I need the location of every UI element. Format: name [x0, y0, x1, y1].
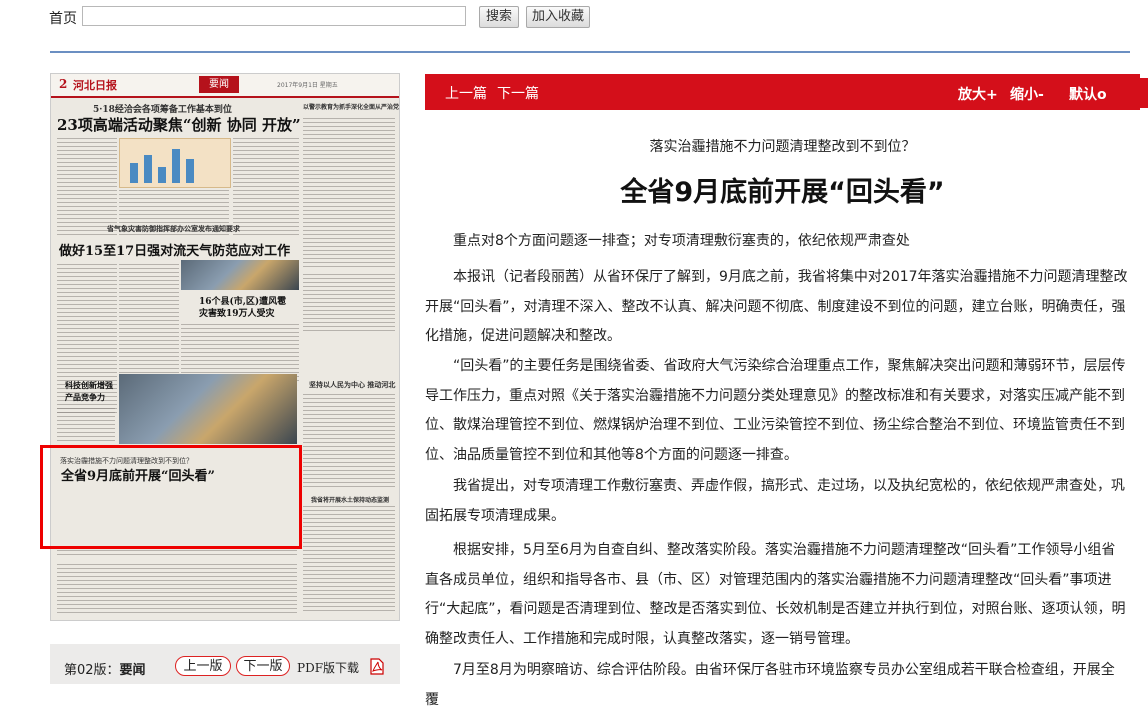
- paper-text-block: [303, 506, 395, 614]
- paper-headline-disaster-2: 灾害致19万人受灾: [199, 309, 275, 319]
- highlight-title[interactable]: 全省9月底前开展“回头看”: [61, 465, 215, 484]
- paper-right-headline-3[interactable]: 我省将开展水土保持动态监测: [311, 495, 389, 504]
- article-paragraph: 我省提出，对专项清理工作敷衍塞责、弄虚作假，搞形式、走过场，以及执纪宽松的，依纪…: [425, 478, 1125, 524]
- zoom-reset-button[interactable]: 默认o: [1069, 84, 1107, 104]
- article-paragraph: “回头看”的主要任务是围绕省委、省政府大气污染综合治理重点工作，聚焦解决突出问题…: [425, 358, 1126, 463]
- paper-kicker: 省气象灾害防御指挥部办公室发布通知要求: [107, 224, 240, 233]
- article-lead: 重点对8个方面问题逐一排查；对专项清理敷衍塞责的，依纪依规严肃查处: [453, 233, 910, 249]
- paper-date: 2017年9月1日 星期五: [277, 82, 338, 89]
- article-paragraph: 本报讯（记者段丽茜）从省环保厅了解到，9月底之前，我省将集中对2017年落实治霾…: [425, 269, 1128, 344]
- paper-section-label: 要闻: [199, 76, 239, 93]
- paper-infographic: [119, 138, 231, 188]
- paper-text-block: [57, 550, 297, 558]
- paper-text-block: [303, 394, 395, 490]
- home-link[interactable]: 首页: [49, 8, 77, 28]
- paper-masthead: 河北日报: [73, 79, 117, 92]
- article-subtitle: 落实治霾措施不力问题清理整改到不到位？: [649, 139, 916, 155]
- paper-text-block: [57, 138, 117, 238]
- article-toolbar: 上一篇 下一篇 放大+ 缩小- 默认o: [425, 74, 1140, 110]
- prev-article-link[interactable]: 上一篇: [445, 83, 487, 103]
- search-button[interactable]: 搜索: [479, 6, 519, 28]
- side-tab[interactable]: [1138, 78, 1148, 108]
- pdf-icon[interactable]: [370, 658, 384, 675]
- paper-text-block: [233, 138, 299, 238]
- paper-right-headline-2[interactable]: 坚持以人民为中心 推动河北: [309, 380, 395, 390]
- next-page-button[interactable]: 下一版: [236, 656, 290, 676]
- paper-photo: [181, 260, 299, 290]
- header-divider: [50, 51, 1130, 53]
- current-page-label: 第02版：要闻: [64, 663, 146, 678]
- article-paragraph: 根据安排，5月至6月为自查自纠、整改落实阶段。落实治霾措施不力问题清理整改“回头…: [425, 542, 1126, 647]
- zoom-out-button[interactable]: 缩小-: [1010, 84, 1044, 104]
- paper-text-block: [57, 564, 297, 614]
- paper-headline-tech-2: 产品竞争力: [65, 392, 105, 402]
- page-pager: 第02版：要闻 上一版 下一版 PDF版下载: [50, 644, 400, 684]
- search-input[interactable]: [82, 6, 466, 26]
- paper-text-block: [303, 118, 395, 268]
- paper-page-number: 2: [59, 77, 68, 91]
- paper-text-block: [303, 274, 395, 334]
- article-title: 全省9月底前开展“回头看”: [620, 177, 945, 208]
- add-favorite-button[interactable]: 加入收藏: [526, 6, 590, 28]
- pdf-download-link[interactable]: PDF版下载: [297, 659, 359, 676]
- next-article-link[interactable]: 下一篇: [497, 83, 539, 103]
- article-paragraph: 7月至8月为明察暗访、综合评估阶段。由省环保厅各驻市环境监察专员办公室组成若干联…: [425, 662, 1115, 708]
- paper-headline-tech[interactable]: 科技创新增强: [65, 380, 113, 391]
- paper-headline-weather[interactable]: 做好15至17日强对流天气防范应对工作: [59, 240, 290, 259]
- top-bar: 首页 搜索 加入收藏: [0, 0, 1148, 40]
- paper-photo-large: [119, 374, 297, 444]
- paper-text-block: [57, 408, 115, 444]
- paper-headline-main[interactable]: 23项高端活动聚焦“创新 协同 开放”: [57, 114, 301, 135]
- prev-page-button[interactable]: 上一版: [175, 656, 231, 676]
- paper-right-headline-1[interactable]: 以警示教育为抓手深化全面从严治党: [303, 102, 399, 111]
- paper-header: 2 河北日报 要闻 2017年9月1日 星期五: [51, 74, 399, 98]
- zoom-in-button[interactable]: 放大+: [958, 84, 998, 104]
